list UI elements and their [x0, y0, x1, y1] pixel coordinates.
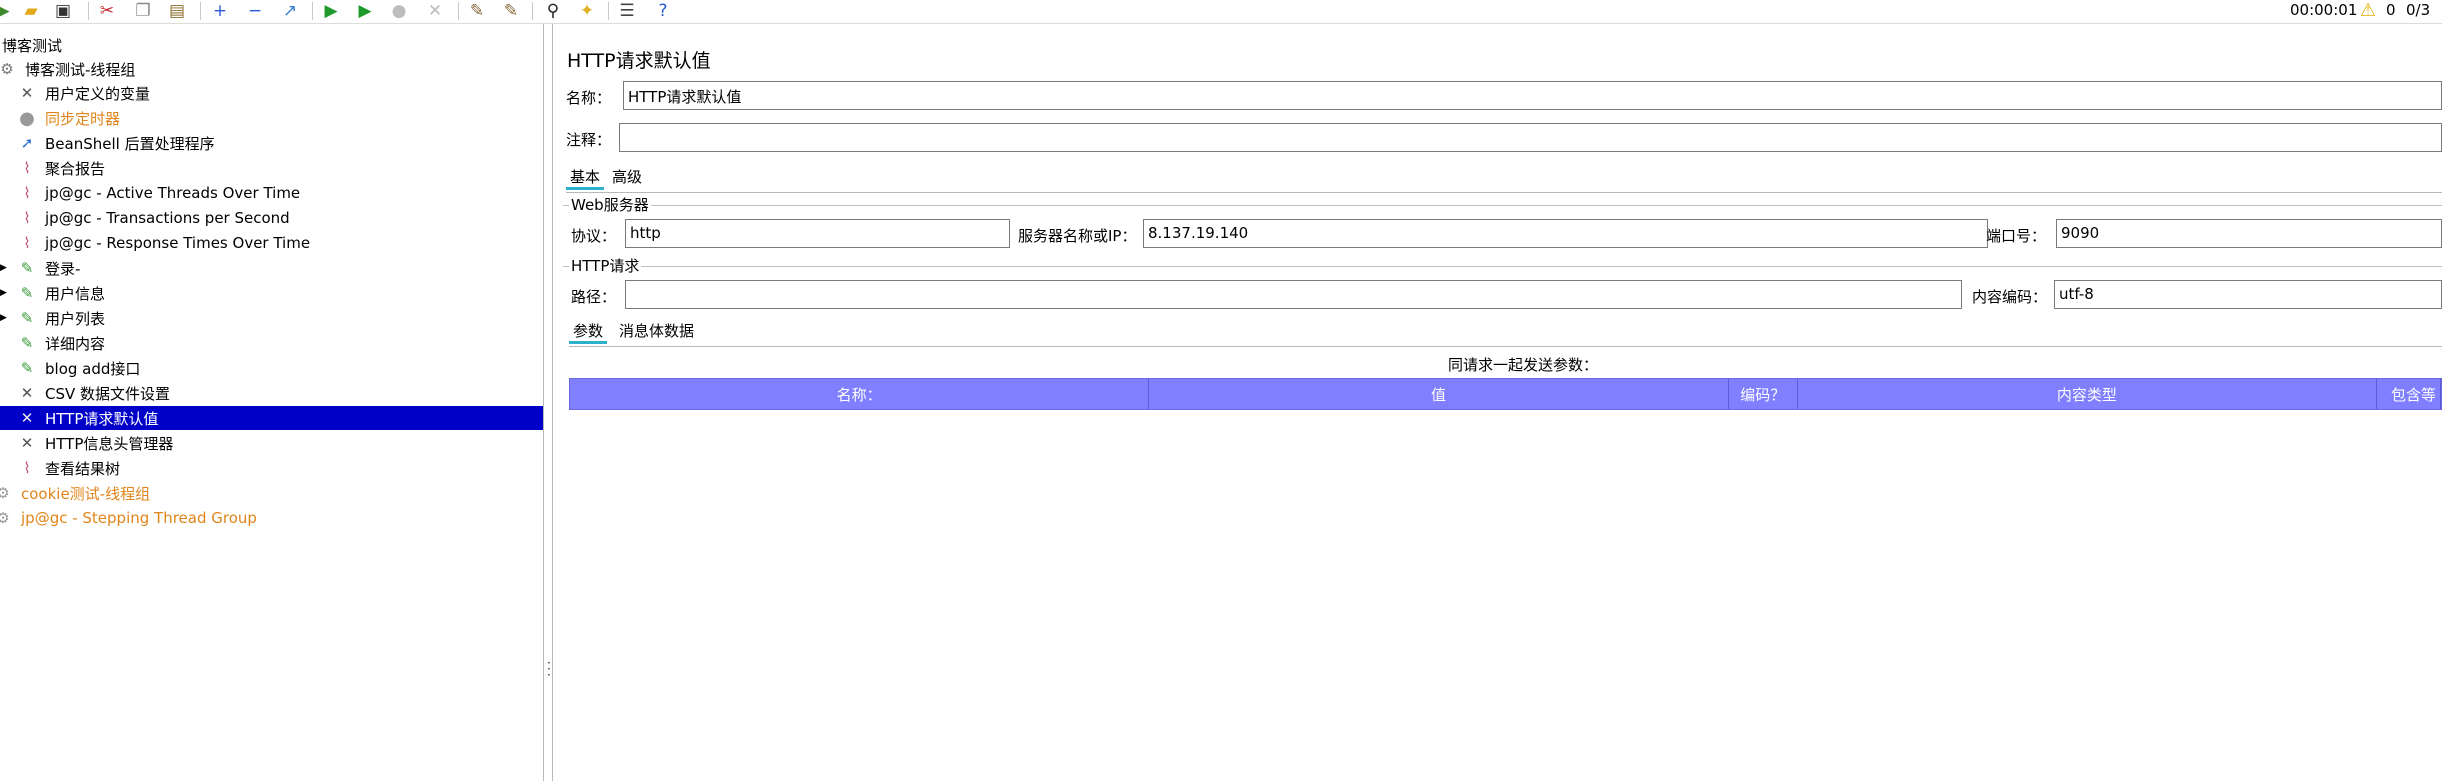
tree-root-label: 博客测试 [2, 36, 63, 55]
column-header-encode[interactable]: 编码？ [1729, 379, 1798, 409]
tab-body-data[interactable]: 消息体数据 [615, 318, 698, 344]
paste-icon[interactable]: ▤ [164, 0, 190, 22]
column-header-content-type[interactable]: 内容类型 [1798, 379, 2378, 409]
tree-item-transactions-per-second[interactable]: ⌇ jp@gc - Transactions per Second [16, 206, 292, 230]
open-icon[interactable]: ▰ [18, 0, 44, 22]
tree-root[interactable]: 博客测试 [0, 33, 64, 57]
help-icon[interactable]: ? [650, 0, 676, 22]
comment-field[interactable] [619, 123, 2442, 152]
column-header-value[interactable]: 值 [1149, 379, 1729, 409]
params-caption: 同请求一起发送参数： [1448, 356, 1599, 374]
pipette-icon: ✎ [20, 259, 34, 277]
chart-icon: ⌇ [23, 459, 31, 477]
tree-item-user-variables[interactable]: ✕ 用户定义的变量 [16, 81, 152, 105]
pipette-icon: ✎ [20, 309, 34, 327]
tree-item-blog-add[interactable]: ✎ blog add接口 [16, 356, 142, 380]
warning-icon[interactable]: ⚠ [2355, 0, 2381, 22]
search-icon[interactable]: ⚲ [540, 0, 566, 22]
collapse-icon[interactable]: − [242, 0, 268, 22]
cut-icon[interactable]: ✂ [94, 0, 120, 22]
start-no-pause-icon[interactable]: ▶ [352, 0, 378, 22]
expand-arrow-icon[interactable]: ▶ [0, 288, 8, 298]
config-tool-icon: ✕ [20, 384, 34, 402]
elapsed-time: 00:00:01 [2290, 1, 2358, 19]
gear-icon: ⚙ [0, 484, 10, 502]
name-label: 名称： [566, 89, 612, 107]
pane-splitter[interactable]: · · · [543, 24, 553, 781]
gear-icon: ⚙ [0, 509, 10, 527]
tree-item-response-times[interactable]: ⌇ jp@gc - Response Times Over Time [16, 231, 312, 255]
copy-icon[interactable]: ❐ [130, 0, 156, 22]
splitter-grip-icon: · · · [547, 656, 551, 682]
warning-count: 0 [2386, 1, 2396, 19]
tree-item-csv-dataset[interactable]: ✕ CSV 数据文件设置 [16, 381, 172, 405]
tree-item-thread-group[interactable]: ⚙ 博客测试-线程组 [0, 57, 137, 81]
template-icon[interactable]: ▶ [0, 0, 16, 22]
chart-icon: ⌇ [23, 234, 31, 252]
tree-item-header-manager[interactable]: ✕ HTTP信息头管理器 [16, 431, 175, 455]
pipette-icon: ✎ [20, 284, 34, 302]
pipette-icon: ✎ [20, 334, 34, 352]
tree-item-stepping-thread-group[interactable]: ⚙ jp@gc - Stepping Thread Group [0, 506, 259, 530]
path-label: 路径： [571, 288, 617, 306]
tree-item-http-defaults[interactable]: ✕ HTTP请求默认值 [0, 406, 543, 430]
port-label: 端口号： [1986, 227, 2047, 245]
stop-icon[interactable]: ● [386, 0, 412, 22]
gear-icon: ⚙ [0, 60, 14, 78]
protocol-label: 协议： [571, 227, 617, 245]
tree-item-sync-timer[interactable]: ● 同步定时器 [16, 106, 122, 130]
http-defaults-panel: HTTP请求默认值 名称： HTTP请求默认值 注释： 基本 高级 Web服务器… [553, 24, 2442, 781]
server-field[interactable]: 8.137.19.140 [1143, 219, 1988, 248]
column-header-name[interactable]: 名称： [570, 379, 1150, 409]
shutdown-icon[interactable]: ✕ [422, 0, 448, 22]
encoding-label: 内容编码： [1972, 288, 2048, 306]
config-tool-icon: ✕ [20, 84, 34, 102]
tree-item-user-info[interactable]: ✎ 用户信息 [16, 281, 107, 305]
encoding-field[interactable]: utf-8 [2054, 280, 2442, 309]
path-field[interactable] [625, 280, 1962, 309]
tab-parameters[interactable]: 参数 [569, 318, 608, 344]
expand-icon[interactable]: + [207, 0, 233, 22]
tab-advanced[interactable]: 高级 [608, 164, 646, 190]
name-field[interactable]: HTTP请求默认值 [623, 81, 2442, 110]
toggle-icon[interactable]: ↗ [277, 0, 303, 22]
start-icon[interactable]: ▶ [318, 0, 344, 22]
thread-count: 0/3 [2406, 1, 2431, 19]
pipette-icon: ✎ [20, 359, 34, 377]
chart-icon: ⌇ [23, 184, 31, 202]
test-plan-tree: 博客测试 ⚙ 博客测试-线程组 ✕ 用户定义的变量 ● 同步定时器 ➚ Bean… [0, 31, 543, 781]
params-table-header: 名称： 值 编码？ 内容类型 包含等 [569, 378, 2442, 410]
comment-label: 注释： [566, 131, 612, 149]
expand-arrow-icon[interactable]: ▶ [0, 313, 8, 323]
clear-all-icon[interactable]: ✎ [498, 0, 524, 22]
column-header-include-equals[interactable]: 包含等 [2377, 379, 2441, 409]
tree-item-user-list[interactable]: ✎ 用户列表 [16, 306, 107, 330]
config-tool-icon: ✕ [20, 409, 34, 427]
clear-icon[interactable]: ✎ [464, 0, 490, 22]
chart-icon: ⌇ [23, 209, 31, 227]
reset-search-icon[interactable]: ✦ [574, 0, 600, 22]
tree-item-cookie-thread-group[interactable]: ⚙ cookie测试-线程组 [0, 481, 152, 505]
tree-item-details[interactable]: ✎ 详细内容 [16, 331, 107, 355]
expand-arrow-icon[interactable]: ▶ [0, 263, 8, 273]
tree-item-active-threads[interactable]: ⌇ jp@gc - Active Threads Over Time [16, 181, 302, 205]
function-helper-icon[interactable]: ☰ [614, 0, 640, 22]
tab-basic[interactable]: 基本 [566, 164, 605, 190]
panel-title: HTTP请求默认值 [567, 50, 711, 72]
toolbar: ▶ ▰ ▣ ✂ ❐ ▤ + − ↗ ▶ ▶ ● ✕ ✎ ✎ ⚲ ✦ ☰ ? 00… [0, 0, 2442, 24]
chart-icon: ⌇ [23, 159, 31, 177]
server-label: 服务器名称或IP： [1018, 227, 1137, 245]
config-tool-icon: ✕ [20, 434, 34, 452]
protocol-field[interactable]: http [625, 219, 1010, 248]
tree-item-aggregate-report[interactable]: ⌇ 聚合报告 [16, 156, 107, 180]
port-field[interactable]: 9090 [2056, 219, 2442, 248]
timer-icon: ● [19, 107, 35, 129]
save-icon[interactable]: ▣ [50, 0, 76, 22]
web-server-group-title: Web服务器 [569, 194, 651, 215]
tree-item-login[interactable]: ✎ 登录- [16, 256, 82, 280]
tree-item-beanshell-postprocessor[interactable]: ➚ BeanShell 后置处理程序 [16, 131, 217, 155]
http-request-group-title: HTTP请求 [569, 255, 642, 276]
postprocessor-icon: ➚ [20, 134, 34, 152]
tree-item-view-results-tree[interactable]: ⌇ 查看结果树 [16, 456, 122, 480]
